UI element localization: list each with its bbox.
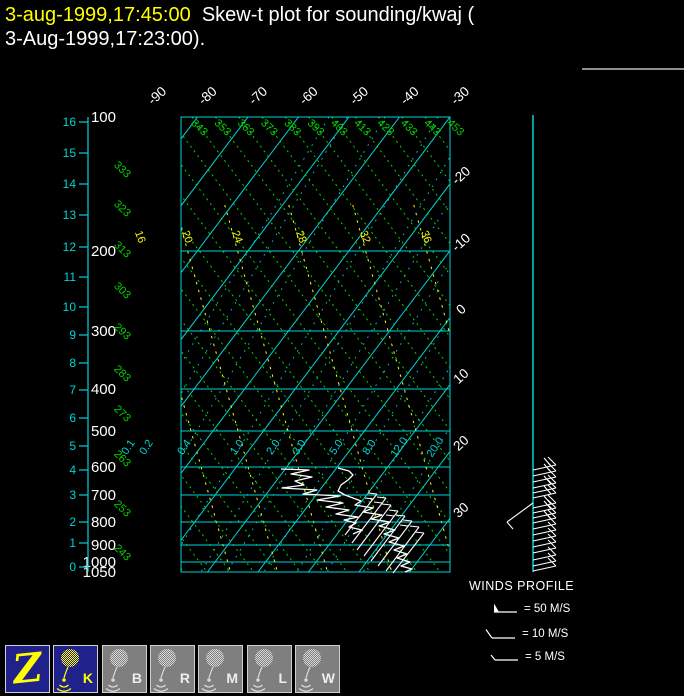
toolbar-button-b[interactable]: B bbox=[102, 645, 147, 693]
svg-text:-50: -50 bbox=[347, 84, 372, 108]
svg-text:-40: -40 bbox=[397, 84, 422, 108]
button-letter: K bbox=[82, 670, 93, 686]
button-letter: B bbox=[131, 670, 142, 686]
wind-barb-5-icon bbox=[490, 654, 518, 661]
toolbar-button-r[interactable]: R bbox=[150, 645, 195, 693]
svg-text:1: 1 bbox=[69, 536, 76, 550]
svg-text:600: 600 bbox=[91, 459, 116, 476]
svg-text:0.2: 0.2 bbox=[137, 438, 156, 457]
svg-text:363: 363 bbox=[235, 117, 257, 138]
svg-text:273: 273 bbox=[111, 403, 133, 424]
svg-text:300: 300 bbox=[91, 323, 116, 340]
svg-text:-20: -20 bbox=[449, 163, 474, 187]
svg-text:800: 800 bbox=[91, 514, 116, 531]
wind-legend-label: = 5 M/S bbox=[525, 651, 565, 663]
svg-text:3: 3 bbox=[69, 488, 76, 502]
z-glyph: Z bbox=[10, 643, 45, 694]
wind-legend-label: = 10 M/S bbox=[522, 628, 569, 640]
svg-text:20: 20 bbox=[450, 432, 471, 453]
svg-text:10: 10 bbox=[450, 366, 471, 387]
svg-text:24: 24 bbox=[229, 229, 244, 245]
svg-text:2: 2 bbox=[69, 515, 76, 529]
svg-text:323: 323 bbox=[111, 198, 133, 219]
wind-legend-label: = 50 M/S bbox=[524, 603, 571, 615]
svg-text:400: 400 bbox=[91, 381, 116, 398]
toolbar-button-k[interactable]: K bbox=[53, 645, 98, 693]
svg-text:343: 343 bbox=[188, 117, 210, 138]
toolbar-button-w[interactable]: W bbox=[295, 645, 340, 693]
svg-text:303: 303 bbox=[111, 280, 133, 301]
svg-text:32: 32 bbox=[357, 229, 372, 245]
button-letter: L bbox=[278, 670, 287, 686]
svg-text:9: 9 bbox=[69, 328, 76, 342]
svg-text:14: 14 bbox=[63, 177, 77, 191]
svg-text:-90: -90 bbox=[145, 84, 170, 108]
isobar-grid bbox=[180, 116, 451, 573]
svg-text:443: 443 bbox=[421, 117, 443, 138]
svg-text:-80: -80 bbox=[195, 84, 220, 108]
svg-text:11: 11 bbox=[64, 270, 77, 284]
svg-text:28: 28 bbox=[293, 229, 308, 245]
svg-text:700: 700 bbox=[91, 487, 116, 504]
toolbar-button-m[interactable]: M bbox=[198, 645, 243, 693]
wind-profile bbox=[506, 115, 557, 572]
svg-text:0: 0 bbox=[69, 560, 76, 574]
wind-legend-row-10: = 10 M/S bbox=[484, 626, 568, 642]
svg-text:12.0: 12.0 bbox=[389, 435, 411, 459]
svg-text:373: 373 bbox=[258, 117, 280, 138]
winds-profile-title: WINDS PROFILE bbox=[469, 579, 575, 593]
svg-text:500: 500 bbox=[91, 423, 116, 440]
svg-text:5: 5 bbox=[69, 439, 76, 453]
svg-text:-70: -70 bbox=[246, 84, 271, 108]
sounding-traces bbox=[280, 467, 425, 574]
svg-text:4: 4 bbox=[69, 463, 76, 477]
svg-text:0: 0 bbox=[453, 301, 469, 317]
button-letter: W bbox=[321, 670, 335, 686]
svg-text:413: 413 bbox=[351, 117, 373, 138]
svg-text:333: 333 bbox=[111, 159, 133, 180]
svg-text:16: 16 bbox=[132, 229, 147, 245]
skewt-chart: 1002003004005006007008009001000105016151… bbox=[63, 84, 557, 581]
wind-legend-row-5: = 5 M/S bbox=[487, 649, 565, 665]
svg-text:-10: -10 bbox=[449, 230, 474, 254]
svg-text:6: 6 bbox=[69, 411, 76, 425]
svg-text:7: 7 bbox=[69, 383, 76, 397]
wind-barb-50-icon bbox=[494, 603, 517, 613]
svg-text:15: 15 bbox=[63, 146, 77, 160]
svg-text:-60: -60 bbox=[296, 84, 321, 108]
wind-legend-row-50: = 50 M/S bbox=[486, 601, 570, 617]
svg-text:13: 13 bbox=[63, 208, 77, 222]
svg-text:8: 8 bbox=[69, 356, 76, 370]
svg-text:10: 10 bbox=[63, 300, 77, 314]
wind-barb-10-icon bbox=[485, 629, 515, 639]
svg-text:16: 16 bbox=[63, 115, 77, 129]
toolbar-button-l[interactable]: L bbox=[247, 645, 292, 693]
svg-text:100: 100 bbox=[91, 109, 116, 126]
svg-text:-30: -30 bbox=[448, 84, 473, 108]
svg-text:423: 423 bbox=[375, 117, 397, 138]
button-letter: M bbox=[226, 670, 238, 686]
svg-text:20.0: 20.0 bbox=[425, 435, 447, 459]
svg-text:393: 393 bbox=[305, 117, 327, 138]
svg-text:36: 36 bbox=[418, 229, 433, 245]
toolbar-button-zoom[interactable]: Z bbox=[5, 643, 50, 694]
svg-text:12: 12 bbox=[63, 240, 77, 254]
svg-text:433: 433 bbox=[398, 117, 420, 138]
button-letter: R bbox=[179, 670, 190, 686]
svg-text:353: 353 bbox=[212, 117, 234, 138]
svg-text:30: 30 bbox=[450, 499, 471, 520]
